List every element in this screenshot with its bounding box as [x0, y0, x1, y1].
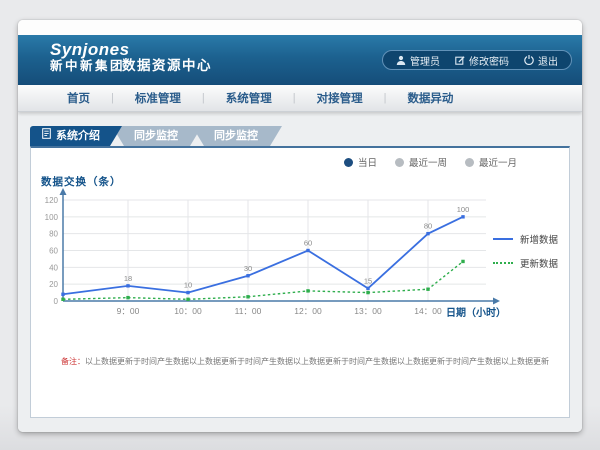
- nav-item-system-mgmt[interactable]: 系统管理: [205, 90, 293, 106]
- change-password-button[interactable]: 修改密码: [455, 53, 509, 68]
- window-top-strip: [18, 20, 582, 35]
- svg-text:100: 100: [457, 205, 470, 214]
- data-exchange-line-chart: 0 20 40 60 80 100 120 9：00 10：00 11：00 12：00 13：00 1…: [41, 188, 511, 328]
- tab-system-intro[interactable]: 系统介绍: [30, 126, 122, 146]
- logout-label: 退出: [538, 53, 558, 68]
- svg-text:日期（小时）: 日期（小时）: [446, 306, 506, 319]
- svg-text:10: 10: [184, 281, 192, 290]
- series-legend: 新增数据 更新数据: [493, 232, 558, 280]
- nav-item-data-change[interactable]: 数据异动: [386, 90, 474, 106]
- radio-label: 当日: [358, 155, 377, 169]
- footnote-prefix: 备注：: [61, 357, 85, 366]
- radio-last-month[interactable]: 最近一月: [465, 155, 517, 169]
- content-area: 系统介绍 同步监控 同步监控 当日 最近一周: [18, 112, 582, 432]
- edit-icon: [455, 55, 465, 65]
- radio-label: 最近一周: [409, 155, 447, 169]
- user-icon: [396, 55, 406, 65]
- period-filter-group: 当日 最近一周 最近一月: [344, 155, 517, 169]
- tab-sync-monitor-2[interactable]: 同步监控: [192, 126, 282, 146]
- radio-dot-icon: [395, 158, 404, 167]
- svg-text:11：00: 11：00: [235, 306, 262, 316]
- nav-item-standard-mgmt[interactable]: 标准管理: [114, 90, 202, 106]
- page-title: 数据资源中心: [122, 54, 212, 74]
- svg-text:30: 30: [244, 264, 252, 273]
- logout-button[interactable]: 退出: [524, 53, 558, 68]
- footnote-text: 以上数据更新于时间产生数据以上数据更新于时间产生数据以上数据更新于时间产生数据以…: [85, 357, 549, 366]
- y-axis-title: 数据交换（条）: [41, 174, 122, 189]
- document-icon: [42, 126, 51, 146]
- svg-text:12：00: 12：00: [294, 306, 322, 316]
- chart-panel: 当日 最近一周 最近一月 数据交换（条） 0 20 40 60 80 100 120 9：00…: [30, 146, 570, 418]
- nav-item-home[interactable]: 首页: [46, 90, 111, 106]
- svg-text:0: 0: [54, 297, 59, 306]
- user-toolbar: 管理员 修改密码 退出: [382, 50, 572, 70]
- tab-label: 同步监控: [214, 130, 258, 142]
- app-header: Synjones 新中新集团 数据资源中心 管理员 修改密码 退出: [18, 35, 582, 85]
- admin-user-label: 管理员: [410, 53, 440, 68]
- footnote: 备注：以上数据更新于时间产生数据以上数据更新于时间产生数据以上数据更新于时间产生…: [61, 356, 549, 367]
- svg-text:9：00: 9：00: [117, 306, 140, 316]
- svg-text:15: 15: [364, 276, 372, 285]
- svg-text:13：00: 13：00: [354, 306, 382, 316]
- svg-text:60: 60: [304, 239, 312, 248]
- admin-user-button[interactable]: 管理员: [396, 53, 440, 68]
- radio-today[interactable]: 当日: [344, 155, 377, 169]
- power-icon: [524, 55, 534, 65]
- legend-item-update-data[interactable]: 更新数据: [493, 256, 558, 270]
- radio-last-week[interactable]: 最近一周: [395, 155, 447, 169]
- radio-dot-icon: [344, 158, 353, 167]
- svg-text:20: 20: [49, 280, 58, 289]
- tab-label: 同步监控: [134, 130, 178, 142]
- svg-text:80: 80: [49, 230, 58, 239]
- nav-item-interface-mgmt[interactable]: 对接管理: [296, 90, 384, 106]
- legend-label: 更新数据: [520, 256, 558, 270]
- svg-text:18: 18: [124, 274, 132, 283]
- svg-text:60: 60: [49, 247, 58, 256]
- svg-text:120: 120: [45, 196, 59, 205]
- svg-text:80: 80: [424, 222, 432, 231]
- legend-item-new-data[interactable]: 新增数据: [493, 232, 558, 246]
- dotted-line-swatch-icon: [493, 262, 513, 264]
- tab-bar: 系统介绍 同步监控 同步监控: [30, 126, 282, 146]
- page: { "header": { "logo_line1": "Synjones", …: [0, 0, 600, 450]
- main-nav: 首页 | 标准管理 | 系统管理 | 对接管理 | 数据异动: [18, 85, 582, 112]
- tab-sync-monitor-1[interactable]: 同步监控: [112, 126, 202, 146]
- app-window: Synjones 新中新集团 数据资源中心 管理员 修改密码 退出: [18, 20, 582, 432]
- company-logo[interactable]: Synjones 新中新集团: [50, 41, 130, 73]
- svg-text:14：00: 14：00: [414, 306, 442, 316]
- tab-label: 系统介绍: [56, 126, 100, 146]
- change-password-label: 修改密码: [469, 53, 509, 68]
- logo-text-cn: 新中新集团: [50, 60, 130, 74]
- solid-line-swatch-icon: [493, 238, 513, 240]
- legend-label: 新增数据: [520, 232, 558, 246]
- svg-text:100: 100: [45, 213, 59, 222]
- svg-text:40: 40: [49, 263, 58, 272]
- radio-label: 最近一月: [479, 155, 517, 169]
- svg-text:10：00: 10：00: [174, 306, 202, 316]
- logo-text-en: Synjones: [50, 41, 130, 60]
- radio-dot-icon: [465, 158, 474, 167]
